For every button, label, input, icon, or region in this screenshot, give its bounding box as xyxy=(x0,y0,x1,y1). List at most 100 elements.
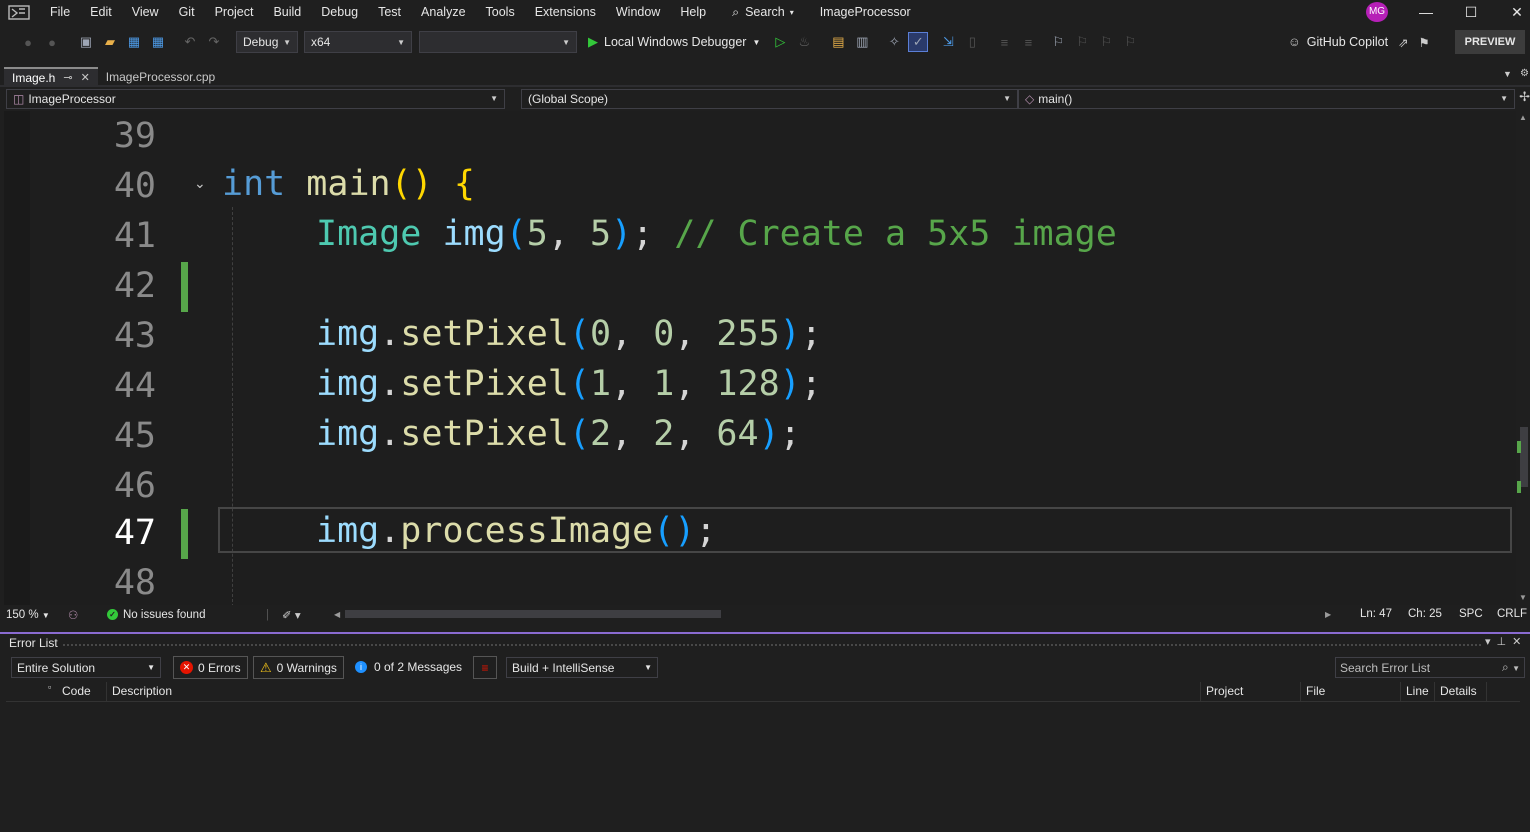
navigate-back-icon[interactable]: ● xyxy=(18,32,38,52)
browse-icon[interactable]: ▥ xyxy=(852,32,872,52)
comment-icon[interactable]: ▯ xyxy=(962,32,982,52)
error-list-search-input[interactable]: Search Error List ⌕ ▼ xyxy=(1335,657,1525,678)
preview-button[interactable]: PREVIEW xyxy=(1455,30,1525,54)
scroll-up-icon[interactable]: ▲ xyxy=(1519,113,1527,122)
undo-icon[interactable]: ↶ xyxy=(180,32,200,52)
standard-toolbar: ● ● ▣ ▰ ▦ ▦ ↶ ↷ Debug ▼ x64 ▼ ▼ ▶ Local … xyxy=(0,28,1530,56)
split-window-icon[interactable]: ✢ xyxy=(1519,89,1530,110)
column-separator xyxy=(1200,682,1201,702)
issues-indicator[interactable]: ✓ No issues found xyxy=(107,609,205,621)
column-indicator[interactable]: Ch: 25 xyxy=(1408,608,1442,620)
column-details[interactable]: Details xyxy=(1440,684,1477,698)
scroll-left-icon[interactable]: ◀ xyxy=(334,610,340,619)
menu-debug[interactable]: Debug xyxy=(311,0,368,24)
error-list-toolbar: Entire Solution ▼ ✕ 0 Errors ⚠ 0 Warning… xyxy=(0,656,1530,680)
menu-file[interactable]: File xyxy=(40,0,80,24)
filter-icon[interactable]: ≡ xyxy=(473,656,497,679)
menu-project[interactable]: Project xyxy=(205,0,264,24)
menu-window[interactable]: Window xyxy=(606,0,670,24)
feedback-icon[interactable]: ⚑ xyxy=(1419,35,1430,50)
save-icon[interactable]: ▦ xyxy=(124,32,144,52)
menu-build[interactable]: Build xyxy=(263,0,311,24)
menu-tools[interactable]: Tools xyxy=(476,0,525,24)
brush-icon[interactable]: ✐ ▾ xyxy=(282,608,301,622)
save-all-icon[interactable]: ▦ xyxy=(148,32,168,52)
build-filter-dropdown[interactable]: Build + IntelliSense ▼ xyxy=(506,657,658,678)
menu-git[interactable]: Git xyxy=(169,0,205,24)
start-debugging-button[interactable]: ▶ Local Windows Debugger ▼ xyxy=(588,34,760,50)
whitespace-indicator[interactable]: SPC xyxy=(1459,608,1483,620)
minimize-button[interactable]: — xyxy=(1403,0,1449,24)
startup-item-dropdown[interactable]: ▼ xyxy=(419,31,577,53)
tab-overflow-icon[interactable]: ▼ xyxy=(1503,69,1512,79)
menu-analyze[interactable]: Analyze xyxy=(411,0,475,24)
global-search[interactable]: ⌕ Search ▾ xyxy=(724,0,802,24)
zoom-level[interactable]: 150 % ▼ xyxy=(6,609,50,621)
redo-icon[interactable]: ↷ xyxy=(204,32,224,52)
member-dropdown[interactable]: ◇ main() ▼ xyxy=(1018,89,1516,109)
errors-filter-button[interactable]: ✕ 0 Errors xyxy=(173,656,248,679)
panel-window-controls[interactable]: ▾⊥✕ xyxy=(1485,635,1527,648)
line-ending-indicator[interactable]: CRLF xyxy=(1497,608,1527,620)
step-icon[interactable]: ⇲ xyxy=(938,32,958,52)
tab-image-h[interactable]: Image.h ⊸ ✕ xyxy=(4,67,98,87)
indent-icon[interactable]: ≡ xyxy=(1018,32,1038,52)
column-separator xyxy=(1434,682,1435,702)
platform-value: x64 xyxy=(311,35,331,49)
hot-reload-icon[interactable]: ♨ xyxy=(794,32,814,52)
intellicode-icon[interactable]: ⚇ xyxy=(68,608,78,622)
horizontal-scrollbar-thumb[interactable] xyxy=(345,610,721,618)
scope-filter-dropdown[interactable]: Entire Solution ▼ xyxy=(11,657,161,678)
line-number: 46 xyxy=(113,466,156,506)
solution-explorer-icon[interactable]: ▤ xyxy=(828,32,848,52)
close-icon[interactable]: ✕ xyxy=(81,68,90,88)
error-list-header: ▫ Code Description Project File Line Det… xyxy=(6,682,1520,702)
prev-bookmark-icon[interactable]: ⚐ xyxy=(1072,32,1092,52)
clear-bookmarks-icon[interactable]: ⚐ xyxy=(1120,32,1140,52)
code-text: img.setPixel(1, 1, 128); xyxy=(316,364,822,404)
menu-edit[interactable]: Edit xyxy=(80,0,122,24)
platform-dropdown[interactable]: x64 ▼ xyxy=(304,31,412,53)
new-project-icon[interactable]: ▣ xyxy=(76,32,96,52)
scroll-down-icon[interactable]: ▼ xyxy=(1519,593,1527,602)
warnings-filter-button[interactable]: ⚠ 0 Warnings xyxy=(253,656,344,679)
bookmark-icon[interactable]: ⚐ xyxy=(1048,32,1068,52)
scrollbar-thumb[interactable] xyxy=(1520,427,1528,487)
sort-icon[interactable]: ▫ xyxy=(48,682,51,692)
line-indicator[interactable]: Ln: 47 xyxy=(1360,608,1392,620)
menu-test[interactable]: Test xyxy=(368,0,411,24)
copilot-label: GitHub Copilot xyxy=(1306,35,1389,49)
pin-icon[interactable]: ⊸ xyxy=(63,68,72,88)
spell-check-icon[interactable]: ✓ xyxy=(908,32,929,52)
outdent-icon[interactable]: ≡ xyxy=(994,32,1014,52)
project-dropdown[interactable]: ◫ ImageProcessor ▼ xyxy=(6,89,506,109)
start-without-debugging-icon[interactable]: ▷ xyxy=(770,32,790,52)
share-icon[interactable]: ⇗ xyxy=(1398,35,1408,50)
configuration-dropdown[interactable]: Debug ▼ xyxy=(236,31,298,53)
vertical-scrollbar[interactable]: ▲ ▼ xyxy=(1516,111,1530,605)
github-copilot-button[interactable]: ☺ GitHub Copilot ⇗ ⚑ xyxy=(1288,28,1430,56)
tab-imageprocessor-cpp[interactable]: ImageProcessor.cpp xyxy=(98,67,223,87)
scope-dropdown[interactable]: (Global Scope) ▼ xyxy=(521,89,1019,109)
column-description[interactable]: Description xyxy=(112,684,172,698)
next-bookmark-icon[interactable]: ⚐ xyxy=(1096,32,1116,52)
navigate-forward-icon[interactable]: ● xyxy=(42,32,62,52)
scroll-right-icon[interactable]: ▶ xyxy=(1325,610,1331,619)
column-file[interactable]: File xyxy=(1306,684,1325,698)
close-window-button[interactable]: ✕ xyxy=(1494,0,1530,24)
change-mark xyxy=(1517,481,1521,493)
messages-filter-button[interactable]: i 0 of 2 Messages xyxy=(355,660,462,674)
menu-help[interactable]: Help xyxy=(670,0,716,24)
column-project[interactable]: Project xyxy=(1206,684,1243,698)
avatar[interactable]: MG xyxy=(1366,2,1388,22)
menu-view[interactable]: View xyxy=(122,0,169,24)
column-line[interactable]: Line xyxy=(1406,684,1429,698)
maximize-button[interactable]: ☐ xyxy=(1448,0,1494,24)
code-cleanup-icon[interactable]: ✧ xyxy=(884,32,904,52)
menu-extensions[interactable]: Extensions xyxy=(525,0,606,24)
code-editor[interactable]: ⌄ 39 40 int main() { 41 Image img(5, 5);… xyxy=(4,111,1516,605)
settings-icon[interactable]: ⚙ xyxy=(1520,68,1529,79)
column-code[interactable]: Code xyxy=(62,684,91,698)
member-value: main() xyxy=(1038,92,1073,106)
open-file-icon[interactable]: ▰ xyxy=(100,32,120,52)
